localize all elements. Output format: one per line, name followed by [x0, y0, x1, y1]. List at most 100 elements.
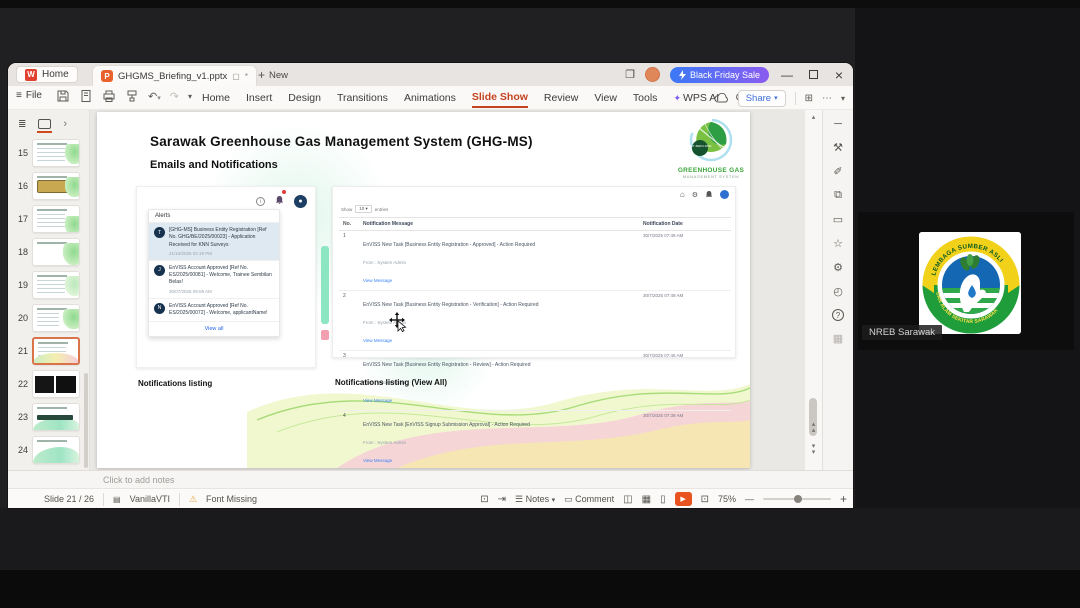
help-icon[interactable]: ? [832, 309, 844, 321]
slide-thumbnail-20[interactable] [32, 303, 80, 332]
slide-thumbnail-16[interactable] [32, 171, 80, 200]
zoom-slider-knob[interactable] [793, 495, 802, 503]
comment-pane-icon[interactable]: ▭ [833, 213, 843, 226]
slide-title: Sarawak Greenhouse Gas Management System… [150, 134, 533, 149]
slide-sorter-icon[interactable]: ▦ [642, 494, 651, 505]
slide-thumbnail-15[interactable] [32, 138, 80, 167]
tools-icon[interactable]: ⚒ [833, 141, 843, 154]
save-icon[interactable] [56, 89, 70, 103]
shapes-icon[interactable]: ⧉ [834, 189, 842, 202]
presentation-file-icon: P [101, 70, 113, 82]
tab-tools[interactable]: Tools [633, 90, 658, 107]
statusbar-left: Slide 21 / 26 ▤ VanillaVTI ⚠ Font Missin… [44, 489, 257, 508]
tab-wps-ai[interactable]: ✦ WPS AI [673, 90, 719, 107]
background-band-bottom [0, 508, 1080, 570]
view-all-link: View all [204, 326, 224, 332]
net-zero-badge: NET ZERO 2050 [689, 144, 712, 148]
editor-scrollbar[interactable]: ▴ ▴ ▴ ▾ ▾ [805, 110, 822, 470]
alert-item: N EnVISS Account Approved [Ref No. ES/20… [149, 299, 279, 322]
handout-icon[interactable]: ⇥ [498, 494, 506, 505]
alert-text: EnVISS Account Approved [Ref No. ES/2025… [169, 264, 272, 286]
alert-item: T [GHG-MS] Business Entity Registration … [149, 223, 279, 261]
printer-icon[interactable] [102, 89, 116, 103]
slideshow-play-button[interactable]: ▶ [674, 492, 692, 506]
format-painter-icon[interactable] [125, 89, 139, 103]
cloud-sync-icon[interactable] [714, 92, 729, 104]
notes-toggle-button[interactable]: ☰ Notes ▾ [515, 494, 555, 505]
settings-icon[interactable]: ⚙ [833, 261, 843, 274]
slide-thumbnail-18[interactable] [32, 237, 80, 266]
edit-icon[interactable]: ✐ [833, 165, 842, 178]
document-tab[interactable]: P GHGMS_Briefing_v1.pptx ▢ * [92, 65, 257, 86]
tab-review[interactable]: Review [544, 90, 578, 107]
document-modified-indicator: * [244, 71, 248, 81]
slide-thumbnail-24[interactable] [32, 435, 80, 464]
apps-grid-icon[interactable]: ▦ [833, 332, 843, 345]
slide-thumbnail-23[interactable] [32, 402, 80, 431]
qat-chevron-icon[interactable]: ▾ [188, 92, 192, 101]
previous-slide-button[interactable]: ▴ ▴ [805, 421, 822, 434]
fit-slide-icon[interactable]: ⊡ [701, 494, 709, 505]
alert-item: J EnVISS Account Approved [Ref No. ES/20… [149, 261, 279, 299]
zoom-in-button[interactable]: + [840, 492, 847, 506]
slide-thumbnail-21-selected[interactable] [32, 336, 80, 365]
task-pane-icon[interactable]: ⊡ [480, 494, 488, 505]
cell-date: 30/7/2025 07:49 AM [643, 233, 684, 238]
file-menu[interactable]: ≡ File [16, 90, 42, 101]
slide-thumbnail-19[interactable] [32, 270, 80, 299]
redo-button[interactable]: ↷ [170, 90, 179, 103]
tab-design[interactable]: Design [288, 90, 321, 107]
thumbnail-scrollbar[interactable] [84, 373, 88, 468]
tab-transitions[interactable]: Transitions [337, 90, 388, 107]
tab-home[interactable]: Home [202, 90, 230, 107]
reading-view-icon[interactable]: ▯ [660, 494, 666, 505]
minimize-button[interactable]: — [779, 68, 795, 82]
bell-icon [705, 190, 713, 197]
theme-name[interactable]: VanillaVTI [130, 494, 170, 504]
notes-placeholder[interactable]: Click to add notes [103, 475, 175, 485]
caption-right: Notifications listing (View All) [335, 378, 448, 387]
slide-number: 20 [17, 312, 28, 323]
collapse-pane-icon[interactable]: ─ [834, 118, 842, 130]
promo-button[interactable]: Black Friday Sale [669, 66, 769, 83]
notes-bar[interactable]: Click to add notes [8, 470, 853, 488]
tab-animations[interactable]: Animations [404, 90, 456, 107]
slides-view-icon[interactable] [37, 119, 53, 133]
new-tab-button[interactable]: + New [258, 67, 288, 83]
zoom-out-button[interactable]: — [745, 494, 754, 504]
expand-panel-icon[interactable]: › [63, 118, 67, 130]
zoom-percent[interactable]: 75% [718, 494, 736, 504]
print-preview-icon[interactable] [79, 89, 93, 103]
share-caret-icon: ▾ [774, 95, 778, 102]
home-tab[interactable]: W Home [16, 66, 78, 83]
window-split-icon[interactable]: ❐ [625, 68, 635, 81]
tab-insert[interactable]: Insert [246, 90, 272, 107]
view-message-link: View Message [363, 338, 393, 343]
collapse-ribbon-icon[interactable]: ▾ [841, 94, 845, 103]
font-missing-warning[interactable]: Font Missing [206, 494, 257, 504]
share-button[interactable]: Share ▾ [737, 89, 786, 107]
close-button[interactable]: × [831, 67, 847, 83]
undo-button[interactable]: ↶▾ [148, 90, 161, 103]
history-icon[interactable]: ◴ [833, 285, 843, 298]
thumbnail-row: 20 [8, 301, 90, 334]
slide-canvas[interactable]: Sarawak Greenhouse Gas Management System… [97, 112, 750, 468]
zoom-slider[interactable] [762, 495, 831, 503]
favorites-icon[interactable]: ☆ [833, 237, 843, 250]
tab-slide-show[interactable]: Slide Show [471, 89, 528, 108]
slide-thumbnail-22[interactable] [32, 369, 80, 398]
outline-view-icon[interactable]: ≣ [18, 119, 26, 130]
restore-button[interactable] [805, 68, 821, 82]
account-avatar[interactable] [644, 67, 660, 82]
tab-view[interactable]: View [594, 90, 617, 107]
participant-tile[interactable]: LEMBAGA SUMBER ASLI DAN ALAM SEKITAR SAR… [858, 212, 1074, 350]
comment-button[interactable]: ▭ Comment [564, 494, 614, 505]
alert-text: [GHG-MS] Business Entity Registration [R… [169, 227, 267, 248]
scroll-up-icon[interactable]: ▴ [805, 114, 822, 121]
slide-thumbnail-17[interactable] [32, 204, 80, 233]
normal-view-icon[interactable]: ◫ [623, 494, 632, 505]
more-options-icon[interactable]: ⋯ [822, 93, 832, 104]
next-slide-button[interactable]: ▾ ▾ [805, 443, 822, 456]
notes-caret-icon: ▾ [551, 496, 556, 504]
tab-layout-icon[interactable]: ⊞ [805, 93, 813, 104]
